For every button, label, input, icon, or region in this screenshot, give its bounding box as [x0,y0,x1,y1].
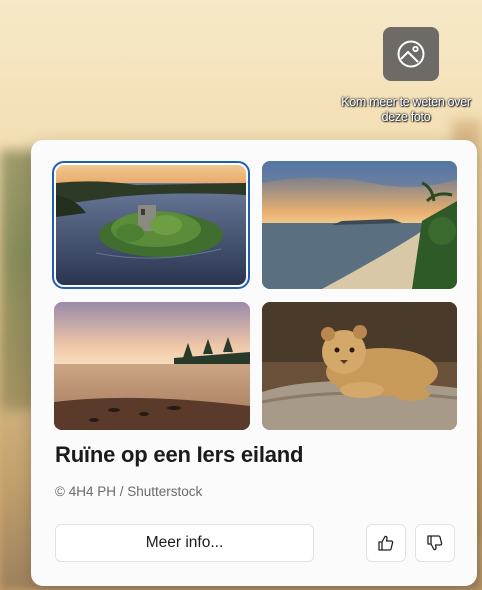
spotlight-flyout: Ruïne op een Iers eiland © 4H4 PH / Shut… [31,140,477,586]
lion-cub-image [262,302,457,430]
learn-more-button[interactable] [383,27,439,81]
thumbnail-beach-sunset-palms[interactable] [262,161,457,289]
beach-sunset-palms-image [262,161,457,289]
more-info-button[interactable]: Meer info... [55,524,314,562]
thumbs-down-icon [427,535,443,551]
thumbs-up-icon [378,535,394,551]
dislike-button[interactable] [415,524,455,562]
photo-title: Ruïne op een Iers eiland [55,442,304,467]
ruin-island-image [56,165,246,285]
beach-reflection-image [54,302,250,430]
like-button[interactable] [366,524,406,562]
photo-credit: © 4H4 PH / Shutterstock [55,484,203,499]
thumbnail-ruin-island[interactable] [52,161,250,289]
image-icon [397,40,425,68]
thumbnail-beach-reflection[interactable] [54,302,250,430]
learn-more-label[interactable]: Kom meer te weten over deze foto [330,95,482,125]
thumbnail-lion-cub[interactable] [262,302,457,430]
